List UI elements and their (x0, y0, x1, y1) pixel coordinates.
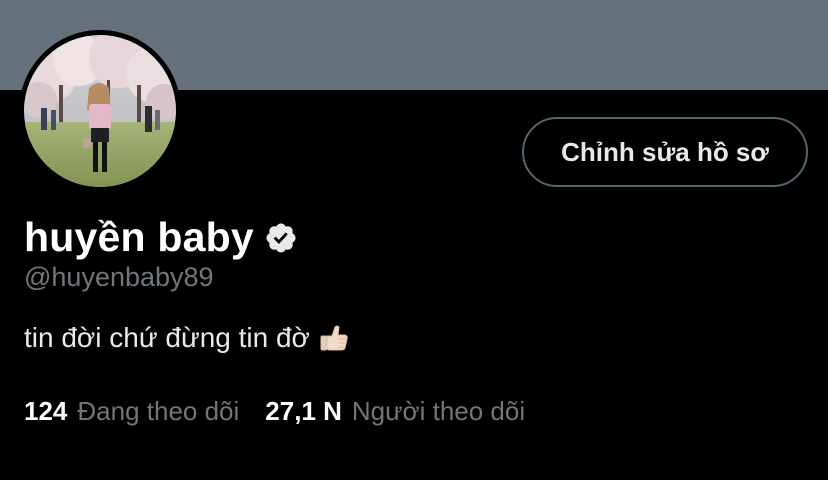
verified-badge-icon[interactable] (264, 221, 298, 255)
profile-page: Chỉnh sửa hồ sơ huyền baby @huyenbaby89 … (0, 0, 828, 480)
profile-bio: tin đời chứ đừng tin đờ (24, 322, 350, 354)
avatar[interactable] (19, 30, 181, 192)
following-stat[interactable]: 124 Đang theo dõi (24, 396, 239, 427)
followers-label: Người theo dõi (351, 396, 526, 426)
username-handle: @huyenbaby89 (24, 262, 214, 292)
edit-profile-button[interactable]: Chỉnh sửa hồ sơ (522, 117, 808, 187)
followers-stat[interactable]: 27,1 N Người theo dõi (265, 396, 525, 427)
name-row: huyền baby (24, 208, 298, 266)
following-label: Đang theo dõi (77, 396, 240, 426)
profile-stats: 124 Đang theo dõi 27,1 N Người theo dõi (24, 396, 525, 427)
following-count: 124 (24, 396, 68, 426)
avatar-photo (19, 30, 181, 192)
thumbs-up-icon (318, 322, 350, 354)
followers-count: 27,1 N (265, 396, 342, 426)
display-name: huyền baby (24, 213, 254, 260)
bio-text: tin đời chứ đừng tin đờ (24, 322, 310, 353)
